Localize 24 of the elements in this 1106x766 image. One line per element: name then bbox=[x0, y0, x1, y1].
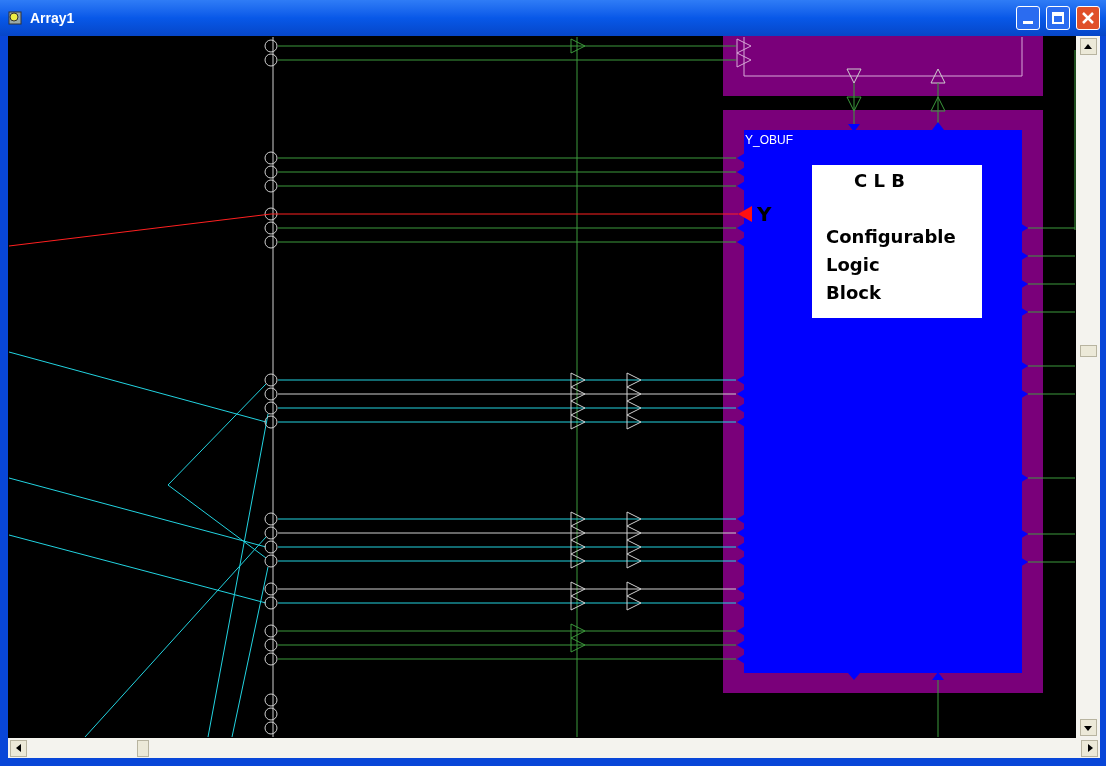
window-title: Array1 bbox=[30, 8, 75, 28]
block-title: C L B bbox=[854, 170, 905, 191]
pin-label: Y bbox=[757, 202, 772, 226]
scroll-left-button[interactable] bbox=[10, 739, 27, 757]
app-icon bbox=[6, 9, 24, 27]
horizontal-scrollbar[interactable] bbox=[8, 738, 1100, 758]
scroll-right-button[interactable] bbox=[1081, 739, 1098, 757]
scroll-down-button[interactable] bbox=[1079, 719, 1097, 736]
vertical-scrollbar[interactable] bbox=[1076, 36, 1100, 738]
scroll-thumb[interactable] bbox=[137, 739, 149, 757]
maximize-icon bbox=[1052, 12, 1064, 24]
instance-label: Y_OBUF bbox=[745, 133, 793, 147]
block-description-line: Configurable bbox=[826, 226, 956, 247]
block-description-line: Block bbox=[826, 282, 881, 303]
maximize-button[interactable] bbox=[1046, 6, 1070, 30]
pin-marker-icon bbox=[738, 206, 752, 222]
wire-line bbox=[937, 679, 939, 738]
close-icon bbox=[1082, 12, 1094, 24]
block-description-line: Logic bbox=[826, 254, 880, 275]
minimize-icon bbox=[1023, 21, 1033, 24]
scroll-thumb[interactable] bbox=[1079, 345, 1097, 357]
close-button[interactable] bbox=[1076, 6, 1100, 30]
scroll-up-button[interactable] bbox=[1079, 38, 1097, 55]
minimize-button[interactable] bbox=[1016, 6, 1040, 30]
